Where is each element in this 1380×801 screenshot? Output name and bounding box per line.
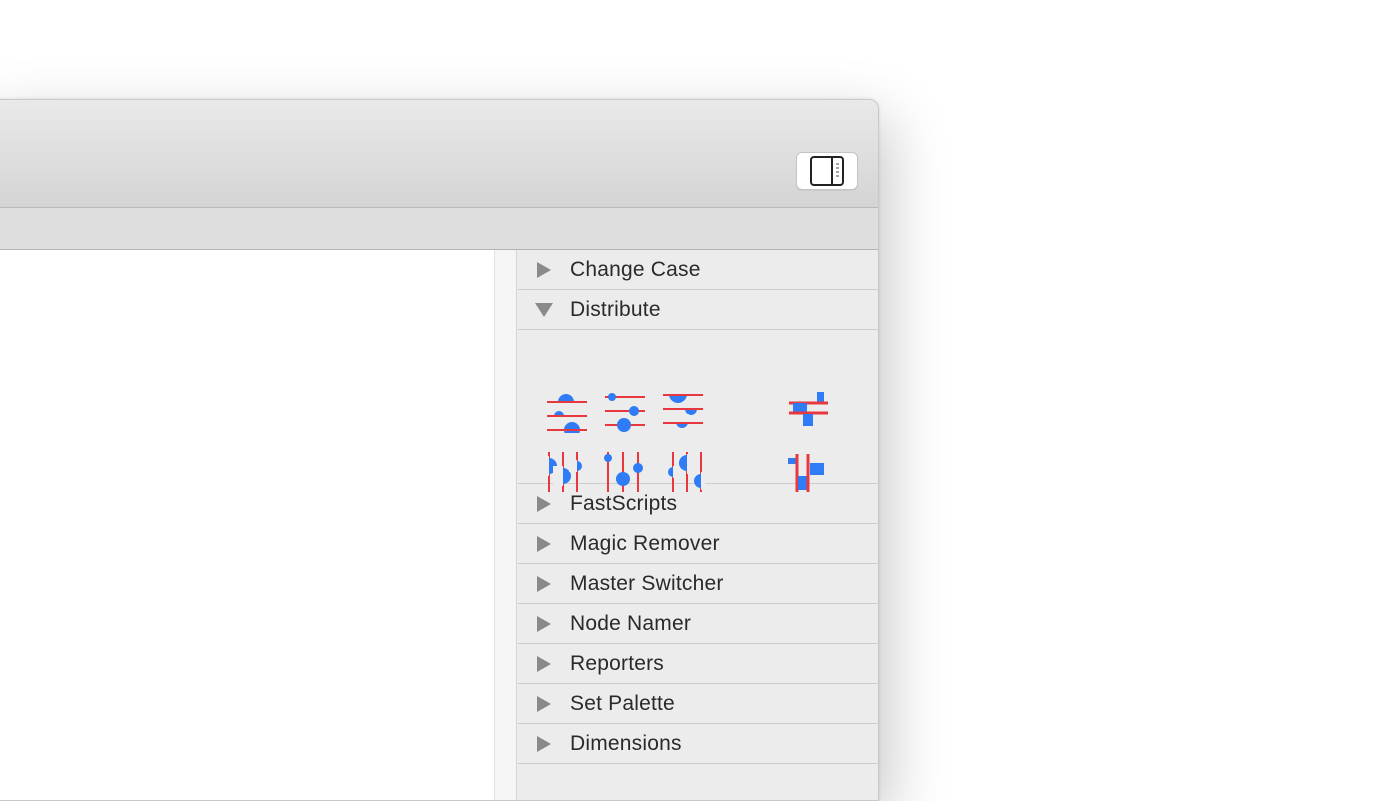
section-node-namer[interactable]: Node Namer <box>518 604 878 644</box>
section-label: Distribute <box>570 297 661 321</box>
section-dimensions[interactable]: Dimensions <box>518 724 878 764</box>
distribute-horizontal-lefts-icon[interactable] <box>539 450 589 494</box>
section-label: Node Namer <box>570 611 692 635</box>
section-set-palette[interactable]: Set Palette <box>518 684 878 724</box>
section-master-switcher[interactable]: Master Switcher <box>518 564 878 604</box>
tab-bar <box>0 208 878 250</box>
section-reporters[interactable]: Reporters <box>518 644 878 684</box>
distribute-horizontal-rights-icon[interactable] <box>661 450 708 494</box>
section-label: Magic Remover <box>570 531 720 555</box>
distribute-horizontal-spacing-icon[interactable] <box>786 450 830 494</box>
canvas-vertical-scrollbar[interactable] <box>494 250 517 800</box>
distribute-vertical-tops-icon[interactable] <box>545 389 589 438</box>
section-label: FastScripts <box>570 491 678 515</box>
window-toolbar <box>0 100 878 208</box>
section-change-case[interactable]: Change Case <box>518 250 878 290</box>
section-label: Dimensions <box>570 731 682 755</box>
edit-canvas[interactable] <box>0 250 494 800</box>
disclosure-collapsed-icon <box>518 735 570 752</box>
distribute-vertical-centers-icon[interactable] <box>603 389 647 433</box>
palette-panel: Change Case Distribute FastScripts Magic… <box>518 250 878 800</box>
disclosure-collapsed-icon <box>518 495 570 512</box>
sidebar-toggle-button[interactable] <box>796 152 858 190</box>
distribute-vertical-bottoms-icon[interactable] <box>661 383 705 433</box>
section-label: Master Switcher <box>570 571 724 595</box>
disclosure-expanded-icon <box>518 302 570 317</box>
disclosure-collapsed-icon <box>518 655 570 672</box>
distribute-vertical-spacing-icon[interactable] <box>786 389 830 433</box>
section-distribute[interactable]: Distribute <box>518 290 878 330</box>
disclosure-collapsed-icon <box>518 575 570 592</box>
distribute-horizontal-centers-icon[interactable] <box>603 450 647 494</box>
distribute-tools <box>518 330 878 492</box>
disclosure-collapsed-icon <box>518 615 570 632</box>
section-label: Reporters <box>570 651 665 675</box>
disclosure-collapsed-icon <box>518 695 570 712</box>
sidebar-right-icon <box>810 156 844 186</box>
disclosure-collapsed-icon <box>518 535 570 552</box>
app-window: Change Case Distribute FastScripts Magic… <box>0 99 879 801</box>
section-magic-remover[interactable]: Magic Remover <box>518 524 878 564</box>
section-label: Set Palette <box>570 691 675 715</box>
disclosure-collapsed-icon <box>518 261 570 278</box>
section-label: Change Case <box>570 257 701 281</box>
